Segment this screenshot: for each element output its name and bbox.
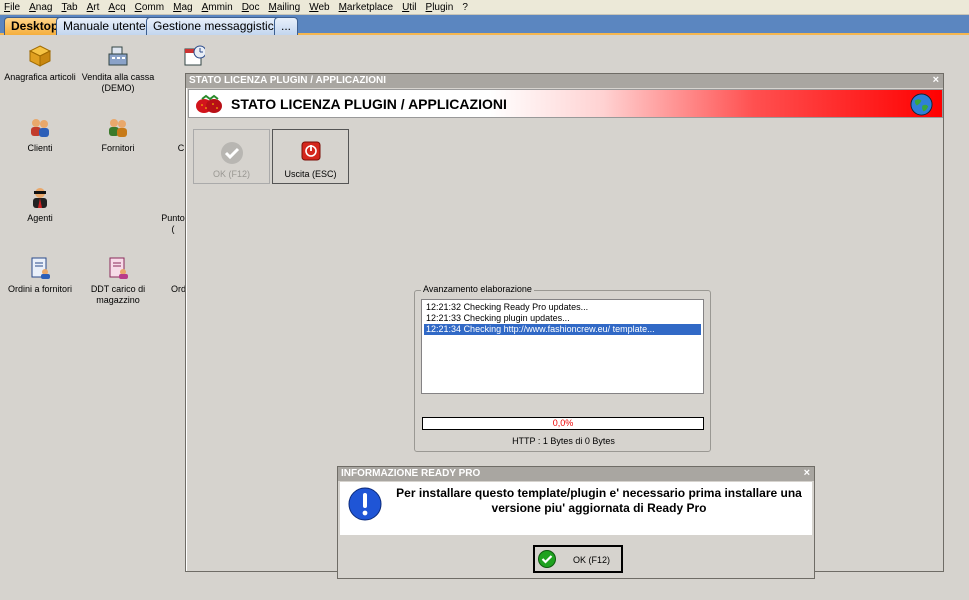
- desktop-icon-clienti[interactable]: Clienti: [0, 115, 80, 154]
- cash-register-icon: [106, 44, 130, 68]
- desktop-icon-ordini-fornitori[interactable]: Ordini a fornitori: [0, 256, 80, 295]
- progress-groupbox: Avanzamento elaborazione 12:21:32 Checki…: [414, 284, 711, 452]
- desktop-icon-vendita-cassa[interactable]: Vendita alla cassa (DEMO): [78, 44, 158, 94]
- desktop-icon-agenti[interactable]: Agenti: [0, 185, 80, 224]
- menu-bar: File Anag Tab Art Acq Comm Mag Ammin Doc…: [0, 0, 969, 15]
- dialog-ok-label: OK (F12): [573, 555, 611, 565]
- ok-button-label: OK (F12): [212, 169, 250, 179]
- menu-util[interactable]: Util: [402, 2, 416, 13]
- log-list[interactable]: 12:21:32 Checking Ready Pro updates... 1…: [421, 299, 704, 394]
- desktop-icon-label: Anagrafica articoli: [4, 72, 76, 82]
- window-titlebar[interactable]: STATO LICENZA PLUGIN / APPLICAZIONI ×: [186, 74, 943, 88]
- ok-button-disabled[interactable]: OK (F12): [193, 129, 270, 184]
- menu-mailing[interactable]: Mailing: [268, 2, 300, 13]
- desktop-icon-label: Clienti: [27, 143, 53, 153]
- box-icon: [28, 44, 52, 68]
- menu-anag[interactable]: Anag: [29, 2, 52, 13]
- info-dialog: INFORMAZIONE READY PRO × Per installare …: [337, 466, 815, 579]
- dialog-message: Per installare questo template/plugin e'…: [396, 486, 802, 515]
- log-time: 12:21:34: [426, 324, 462, 334]
- close-icon[interactable]: ×: [933, 74, 939, 86]
- log-row[interactable]: 12:21:33 Checking plugin updates...: [424, 313, 701, 324]
- log-row-selected[interactable]: 12:21:34 Checking http://www.fashioncrew…: [424, 324, 701, 335]
- dialog-body: Per installare questo template/plugin e'…: [340, 482, 812, 535]
- desktop-icon-label: Vendita alla cassa (DEMO): [81, 72, 155, 93]
- progress-group-legend: Avanzamento elaborazione: [421, 284, 534, 294]
- dialog-title: INFORMAZIONE READY PRO: [341, 468, 481, 479]
- progress-text: 0,0%: [552, 418, 574, 428]
- suppliers-icon: [106, 115, 130, 139]
- desktop-icon-label: Fornitori: [101, 143, 135, 153]
- log-time: 12:21:33: [426, 313, 462, 323]
- exit-button-label: Uscita (ESC): [284, 169, 337, 179]
- window-header-title: STATO LICENZA PLUGIN / APPLICAZIONI: [231, 96, 507, 112]
- window-title: STATO LICENZA PLUGIN / APPLICAZIONI: [189, 75, 387, 86]
- progress-bar: 0,0%: [422, 417, 704, 430]
- menu-tab[interactable]: Tab: [61, 2, 77, 13]
- info-exclamation-icon: [348, 487, 382, 524]
- desktop-icon-anagrafica-articoli[interactable]: Anagrafica articoli: [0, 44, 80, 83]
- window-header: STATO LICENZA PLUGIN / APPLICAZIONI: [188, 89, 943, 118]
- menu-art[interactable]: Art: [87, 2, 100, 13]
- globe-icon: [910, 93, 933, 119]
- menu-help[interactable]: ?: [462, 2, 468, 13]
- log-text: Checking http://www.fashioncrew.eu/ temp…: [463, 324, 655, 334]
- strawberry-logo-icon: [194, 94, 224, 117]
- dialog-ok-button[interactable]: OK (F12): [533, 545, 623, 573]
- agent-icon: [28, 185, 52, 209]
- tab-more[interactable]: ...: [274, 17, 299, 35]
- menu-mag[interactable]: Mag: [173, 2, 192, 13]
- desktop-icon-label: Punto (: [161, 213, 185, 234]
- order-doc-icon: [28, 256, 52, 280]
- menu-acq[interactable]: Acq: [108, 2, 125, 13]
- clients-icon: [28, 115, 52, 139]
- menu-doc[interactable]: Doc: [242, 2, 260, 13]
- desktop-icon-partial-ord[interactable]: Ord: [155, 256, 185, 295]
- tab-bar: Desktop Manuale utente Gestione messaggi…: [0, 15, 969, 35]
- checkmark-icon: [220, 141, 244, 167]
- exit-button[interactable]: Uscita (ESC): [272, 129, 349, 184]
- close-icon[interactable]: ×: [804, 467, 810, 479]
- desktop-icon-label: Ordini a fornitori: [7, 284, 73, 294]
- desktop-icon-partial-punto[interactable]: Punto (: [155, 185, 185, 235]
- menu-ammin[interactable]: Ammin: [202, 2, 233, 13]
- desktop-icon-ddt-carico[interactable]: DDT carico di magazzino: [78, 256, 158, 306]
- menu-marketplace[interactable]: Marketplace: [339, 2, 393, 13]
- desktop-icon-label: C: [177, 143, 185, 153]
- checkmark-icon: [538, 550, 556, 570]
- desktop-icon-fornitori[interactable]: Fornitori: [78, 115, 158, 154]
- tab-manuale-utente[interactable]: Manuale utente: [56, 17, 153, 35]
- desktop-icon-label: Agenti: [27, 213, 53, 223]
- menu-file[interactable]: File: [4, 2, 20, 13]
- http-status: HTTP : 1 Bytes di 0 Bytes: [512, 436, 615, 446]
- log-text: Checking Ready Pro updates...: [463, 302, 589, 312]
- tab-gestione-messaggistica[interactable]: Gestione messaggistica: [146, 17, 288, 35]
- menu-comm[interactable]: Comm: [135, 2, 164, 13]
- log-time: 12:21:32: [426, 302, 462, 312]
- menu-web[interactable]: Web: [309, 2, 329, 13]
- dialog-titlebar[interactable]: INFORMAZIONE READY PRO ×: [338, 467, 814, 481]
- log-row[interactable]: 12:21:32 Checking Ready Pro updates...: [424, 302, 701, 313]
- log-text: Checking plugin updates...: [463, 313, 570, 323]
- desktop-icon-label: DDT carico di magazzino: [90, 284, 146, 305]
- power-off-icon: [301, 141, 321, 163]
- calendar-clock-icon: [183, 44, 205, 68]
- desktop-icon-label: Ord: [171, 284, 185, 294]
- desktop-icon-partial-c[interactable]: C: [155, 115, 185, 154]
- ddt-doc-icon: [106, 256, 130, 280]
- menu-plugin[interactable]: Plugin: [426, 2, 454, 13]
